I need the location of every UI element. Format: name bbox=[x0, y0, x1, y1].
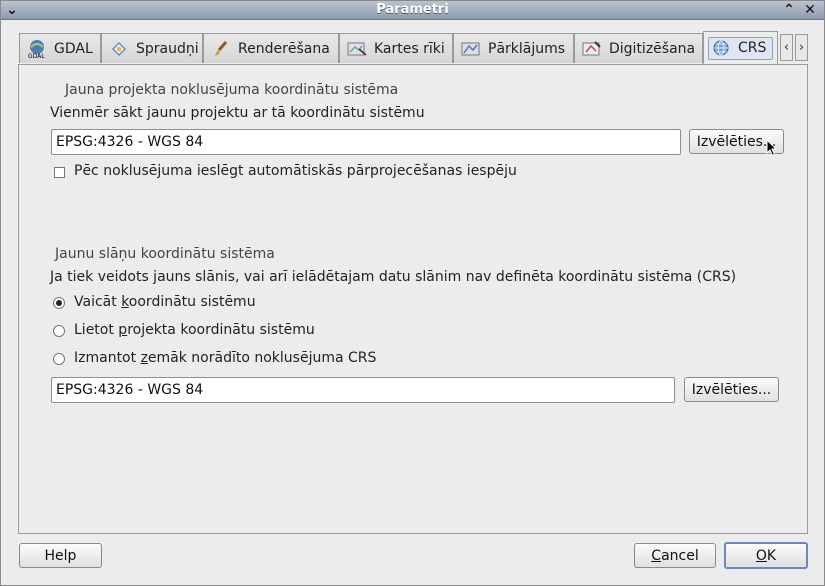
tab-scroll-right-button[interactable]: › bbox=[795, 34, 808, 61]
tab-label: Renderēšana bbox=[238, 40, 330, 57]
overlay-icon bbox=[460, 40, 482, 58]
help-button[interactable]: Help bbox=[19, 543, 102, 568]
tab-label: CRS bbox=[738, 40, 767, 56]
ok-button[interactable]: OK bbox=[724, 542, 808, 569]
use-default-crs-radio[interactable] bbox=[53, 353, 65, 365]
tab-label: Digitizēšana bbox=[609, 40, 696, 57]
digitize-icon bbox=[581, 40, 603, 58]
tab-label: Pārklājums bbox=[488, 40, 566, 57]
plugin-icon bbox=[108, 40, 130, 58]
title-bar[interactable]: ⌄ Parametri ⌃ ✕ bbox=[1, 1, 824, 20]
brush-icon bbox=[210, 40, 232, 58]
tab-plugins[interactable]: Spraudņi bbox=[101, 33, 203, 63]
project-crs-field[interactable]: EPSG:4326 - WGS 84 bbox=[51, 129, 681, 155]
tab-map-tools[interactable]: Kartes rīki bbox=[339, 33, 453, 63]
project-crs-description: Vienmēr sākt jaunu projektu ar tā koordi… bbox=[50, 105, 425, 121]
tab-scroll-left-button[interactable]: ‹ bbox=[780, 34, 793, 61]
layer-crs-group-title: Jaunu slāņu koordinātu sistēma bbox=[55, 246, 275, 262]
layer-crs-description: Ja tiek veidots jauns slānis, vai arī ie… bbox=[50, 269, 737, 285]
window-title: Parametri bbox=[376, 2, 449, 17]
mouse-cursor-icon bbox=[766, 139, 778, 157]
maximize-icon[interactable]: ⌃ bbox=[781, 2, 797, 18]
tab-label: Kartes rīki bbox=[374, 40, 445, 57]
prompt-crs-label: Vaicāt koordinātu sistēmu bbox=[74, 294, 256, 310]
tab-bar: GDAL GDAL Spraudņi Renderēšana Kartes rī… bbox=[19, 31, 809, 64]
use-project-crs-label: Lietot projekta koordinātu sistēmu bbox=[74, 322, 315, 338]
tab-crs[interactable]: CRS bbox=[703, 31, 778, 64]
use-default-crs-label: Izmantot zemāk norādīto noklusējuma CRS bbox=[74, 350, 377, 366]
svg-text:GDAL: GDAL bbox=[28, 53, 45, 59]
prompt-crs-radio[interactable] bbox=[53, 297, 65, 309]
gdal-icon: GDAL bbox=[26, 39, 48, 59]
tab-rendering[interactable]: Renderēšana bbox=[203, 33, 339, 63]
auto-reproject-label: Pēc noklusējuma ieslēgt automātiskās pār… bbox=[74, 163, 517, 179]
auto-reproject-checkbox[interactable] bbox=[54, 167, 65, 178]
use-project-crs-radio[interactable] bbox=[53, 325, 65, 337]
layer-crs-select-button[interactable]: Izvēlēties... bbox=[684, 377, 779, 402]
globe-icon bbox=[710, 39, 732, 57]
close-icon[interactable]: ✕ bbox=[802, 2, 818, 18]
tab-label: Spraudņi bbox=[136, 40, 199, 57]
tab-label: GDAL bbox=[54, 40, 93, 57]
tab-overlay[interactable]: Pārklājums bbox=[453, 33, 574, 63]
map-tools-icon bbox=[346, 40, 368, 58]
tab-gdal[interactable]: GDAL GDAL bbox=[19, 33, 101, 63]
cancel-button[interactable]: Cancel bbox=[634, 543, 716, 568]
crs-settings-panel: Jauna projekta noklusējuma koordinātu si… bbox=[18, 64, 808, 534]
layer-crs-field[interactable]: EPSG:4326 - WGS 84 bbox=[51, 377, 675, 403]
preferences-dialog: ⌄ Parametri ⌃ ✕ GDAL GDAL Spraudņi Rende… bbox=[0, 0, 825, 586]
tab-digitizing[interactable]: Digitizēšana bbox=[574, 33, 703, 63]
project-crs-group-title: Jauna projekta noklusējuma koordinātu si… bbox=[65, 82, 399, 98]
